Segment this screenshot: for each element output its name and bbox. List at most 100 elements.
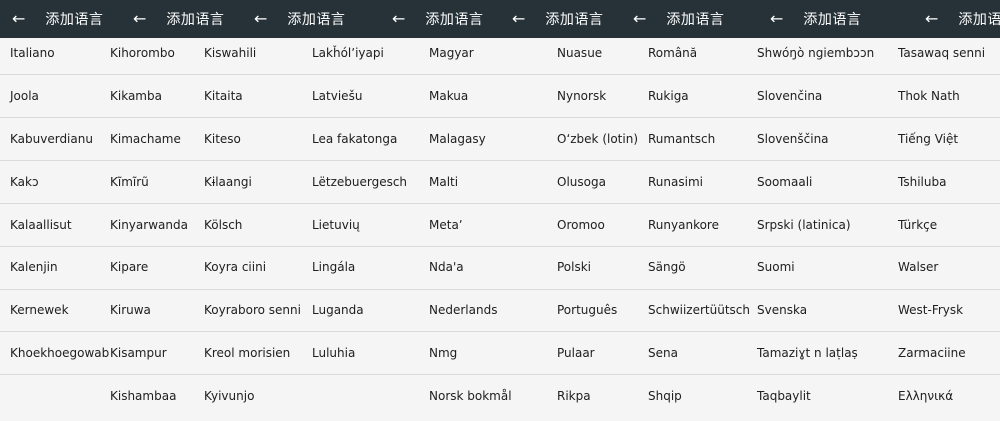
language-item[interactable]: Latviešu	[312, 89, 362, 103]
language-item[interactable]: Italiano	[10, 46, 55, 60]
language-item[interactable]: Rukiga	[648, 89, 689, 103]
language-item[interactable]: Türkçe	[898, 218, 937, 232]
language-item[interactable]: Lietuvių	[312, 218, 360, 232]
language-item[interactable]: Srpski (latinica)	[757, 218, 851, 232]
page-title: 添加语言	[166, 12, 225, 28]
language-item[interactable]: Slovenčina	[757, 89, 822, 103]
language-item[interactable]: Ελληνικά	[898, 389, 953, 403]
language-item[interactable]: Kernewek	[10, 303, 69, 317]
language-item[interactable]: Português	[557, 303, 617, 317]
language-item[interactable]: Schwiizertüütsch	[648, 303, 750, 317]
language-item[interactable]: Ndaꞌa	[429, 260, 464, 274]
arrow-left-icon[interactable]: ←	[12, 0, 25, 38]
page-title: 添加语言	[545, 12, 604, 28]
app-bar-segment: ← 添加语言	[633, 0, 724, 38]
language-item[interactable]: Kimachame	[110, 132, 181, 146]
language-item[interactable]: Makua	[429, 89, 468, 103]
language-item[interactable]: Luganda	[312, 303, 364, 317]
language-item[interactable]: Kiruwa	[110, 303, 151, 317]
language-item[interactable]: Runasimi	[648, 175, 703, 189]
language-item[interactable]: Lëtzebuergesch	[312, 175, 407, 189]
language-item[interactable]: Tamaziɣt n laṭlaṣ	[757, 346, 858, 360]
language-item[interactable]: Tasawaq senni	[898, 46, 985, 60]
arrow-left-icon[interactable]: ←	[254, 0, 267, 38]
language-item[interactable]: Pulaar	[557, 346, 595, 360]
language-item[interactable]: Nederlands	[429, 303, 497, 317]
language-item[interactable]: Svenska	[757, 303, 807, 317]
language-item[interactable]: Kĩmĩrũ	[110, 175, 149, 189]
language-item[interactable]: Walser	[898, 260, 938, 274]
language-item[interactable]: Taqbaylit	[757, 389, 811, 403]
language-item[interactable]: Kabuverdianu	[10, 132, 93, 146]
language-item[interactable]: Tshiluba	[898, 175, 946, 189]
language-item[interactable]: Malagasy	[429, 132, 486, 146]
language-item[interactable]: Tiếng Việt	[898, 132, 958, 146]
row-divider	[0, 331, 1000, 332]
language-item[interactable]: Rikpa	[557, 389, 591, 403]
language-item[interactable]: Malti	[429, 175, 458, 189]
language-item[interactable]: Polski	[557, 260, 591, 274]
language-item[interactable]: Metaʼ	[429, 218, 463, 232]
language-item[interactable]: Zarmaciine	[898, 346, 966, 360]
language-item[interactable]: Kihorombo	[110, 46, 175, 60]
language-item[interactable]: Nuasue	[557, 46, 602, 60]
language-item[interactable]: Română	[648, 46, 697, 60]
language-item[interactable]: Kipare	[110, 260, 148, 274]
language-item[interactable]: Kölsch	[204, 218, 242, 232]
arrow-left-icon[interactable]: ←	[392, 0, 405, 38]
page-title: 添加语言	[803, 12, 862, 28]
language-item[interactable]: Kreol morisien	[204, 346, 290, 360]
language-item[interactable]: Joola	[10, 89, 39, 103]
language-item[interactable]: West-Frysk	[898, 303, 963, 317]
language-item[interactable]: Kisampur	[110, 346, 167, 360]
language-item[interactable]: Norsk bokmål	[429, 389, 512, 403]
language-item[interactable]: Oromoo	[557, 218, 605, 232]
row-divider	[0, 74, 1000, 75]
language-item[interactable]: Kitaita	[204, 89, 243, 103]
language-item[interactable]: Kiteso	[204, 132, 241, 146]
language-item[interactable]: Kinyarwanda	[110, 218, 188, 232]
language-item[interactable]: Magyar	[429, 46, 474, 60]
row-divider	[0, 117, 1000, 118]
language-item[interactable]: Suomi	[757, 260, 795, 274]
language-item[interactable]: Nynorsk	[557, 89, 606, 103]
language-item[interactable]: Kikamba	[110, 89, 162, 103]
language-item[interactable]: Lea fakatonga	[312, 132, 397, 146]
page-title: 添加语言	[958, 12, 1000, 28]
language-item[interactable]: Runyankore	[648, 218, 719, 232]
language-item[interactable]: Soomaali	[757, 175, 812, 189]
arrow-left-icon[interactable]: ←	[133, 0, 146, 38]
arrow-left-icon[interactable]: ←	[770, 0, 783, 38]
arrow-left-icon[interactable]: ←	[512, 0, 525, 38]
language-item[interactable]: Sena	[648, 346, 678, 360]
app-bar-segment: ← 添加语言	[770, 0, 861, 38]
language-item[interactable]: Sängö	[648, 260, 686, 274]
language-item[interactable]: Khoekhoegowab	[10, 346, 109, 360]
language-item[interactable]: Kiswahili	[204, 46, 256, 60]
language-item[interactable]: O‘zbek (lotin)	[557, 132, 638, 146]
language-item[interactable]: Koyra ciini	[204, 260, 266, 274]
language-item[interactable]: Shqip	[648, 389, 682, 403]
language-item[interactable]: Kɨlaangi	[204, 175, 252, 189]
language-item[interactable]: Nmg	[429, 346, 457, 360]
arrow-left-icon[interactable]: ←	[925, 0, 938, 38]
language-item[interactable]: Kishambaa	[110, 389, 176, 403]
language-item[interactable]: Shwóŋò ngiembɔɔn	[757, 46, 874, 60]
language-item[interactable]: Slovenščina	[757, 132, 829, 146]
row-divider	[0, 203, 1000, 204]
language-item[interactable]: Kalaallisut	[10, 218, 72, 232]
language-item[interactable]: Kakɔ	[10, 175, 39, 189]
language-item[interactable]: Olusoga	[557, 175, 606, 189]
language-item[interactable]: Kalenjin	[10, 260, 58, 274]
language-item[interactable]: Rumantsch	[648, 132, 715, 146]
language-item[interactable]: Luluhia	[312, 346, 355, 360]
arrow-left-icon[interactable]: ←	[633, 0, 646, 38]
language-item[interactable]: Koyraboro senni	[204, 303, 301, 317]
page-title: 添加语言	[666, 12, 725, 28]
language-list: Italiano Joola Kabuverdianu Kakɔ Kalaallisut…	[0, 38, 1000, 421]
language-item[interactable]: Lakȟólʼiyapi	[312, 46, 384, 60]
language-item[interactable]: Kyivunjo	[204, 389, 254, 403]
app-bar-segment: ← 添加语言	[254, 0, 345, 38]
language-item[interactable]: Thok Nath	[898, 89, 960, 103]
language-item[interactable]: Lingála	[312, 260, 355, 274]
